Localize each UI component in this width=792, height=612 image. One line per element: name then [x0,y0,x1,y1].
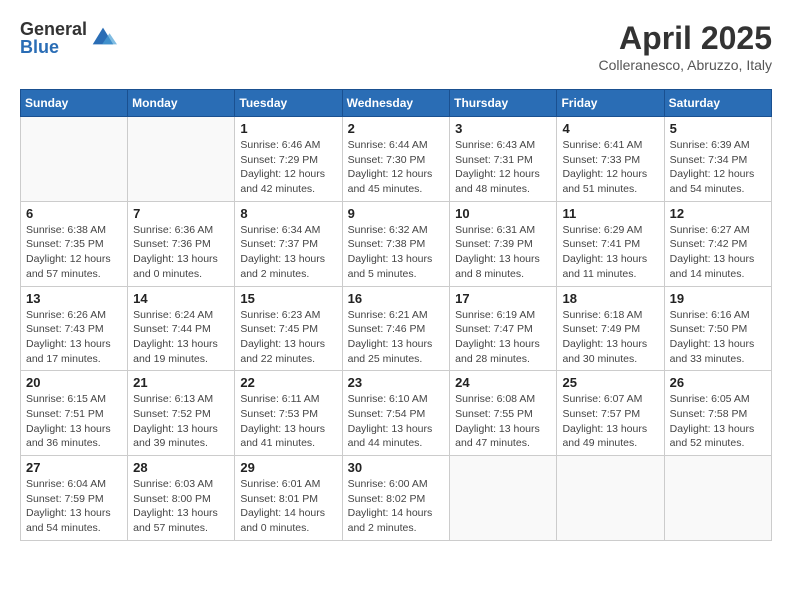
day-12: 12 Sunrise: 6:27 AMSunset: 7:42 PMDaylig… [664,201,771,286]
day-28: 28 Sunrise: 6:03 AMSunset: 8:00 PMDaylig… [128,456,235,541]
day-7: 7 Sunrise: 6:36 AMSunset: 7:36 PMDayligh… [128,201,235,286]
day-8: 8 Sunrise: 6:34 AMSunset: 7:37 PMDayligh… [235,201,342,286]
day-21: 21 Sunrise: 6:13 AMSunset: 7:52 PMDaylig… [128,371,235,456]
location: Colleranesco, Abruzzo, Italy [598,57,772,73]
day-27: 27 Sunrise: 6:04 AMSunset: 7:59 PMDaylig… [21,456,128,541]
header-thursday: Thursday [450,90,557,117]
header-monday: Monday [128,90,235,117]
header-friday: Friday [557,90,664,117]
day-6: 6 Sunrise: 6:38 AMSunset: 7:35 PMDayligh… [21,201,128,286]
day-29: 29 Sunrise: 6:01 AMSunset: 8:01 PMDaylig… [235,456,342,541]
day-13: 13 Sunrise: 6:26 AMSunset: 7:43 PMDaylig… [21,286,128,371]
day-22: 22 Sunrise: 6:11 AMSunset: 7:53 PMDaylig… [235,371,342,456]
week-row-2: 6 Sunrise: 6:38 AMSunset: 7:35 PMDayligh… [21,201,772,286]
header-tuesday: Tuesday [235,90,342,117]
calendar-table: Sunday Monday Tuesday Wednesday Thursday… [20,89,772,541]
logo: General Blue [20,20,117,56]
day-4: 4 Sunrise: 6:41 AMSunset: 7:33 PMDayligh… [557,117,664,202]
day-18: 18 Sunrise: 6:18 AMSunset: 7:49 PMDaylig… [557,286,664,371]
day-10: 10 Sunrise: 6:31 AMSunset: 7:39 PMDaylig… [450,201,557,286]
week-row-3: 13 Sunrise: 6:26 AMSunset: 7:43 PMDaylig… [21,286,772,371]
day-23: 23 Sunrise: 6:10 AMSunset: 7:54 PMDaylig… [342,371,450,456]
day-26: 26 Sunrise: 6:05 AMSunset: 7:58 PMDaylig… [664,371,771,456]
day-11: 11 Sunrise: 6:29 AMSunset: 7:41 PMDaylig… [557,201,664,286]
day-1: 1 Sunrise: 6:46 AMSunset: 7:29 PMDayligh… [235,117,342,202]
title-block: April 2025 Colleranesco, Abruzzo, Italy [598,20,772,73]
empty-cell [128,117,235,202]
empty-cell [450,456,557,541]
logo-icon [89,22,117,50]
logo-blue: Blue [20,38,87,56]
day-25: 25 Sunrise: 6:07 AMSunset: 7:57 PMDaylig… [557,371,664,456]
month-title: April 2025 [598,20,772,57]
day-5: 5 Sunrise: 6:39 AMSunset: 7:34 PMDayligh… [664,117,771,202]
weekday-header-row: Sunday Monday Tuesday Wednesday Thursday… [21,90,772,117]
day-24: 24 Sunrise: 6:08 AMSunset: 7:55 PMDaylig… [450,371,557,456]
day-9: 9 Sunrise: 6:32 AMSunset: 7:38 PMDayligh… [342,201,450,286]
week-row-4: 20 Sunrise: 6:15 AMSunset: 7:51 PMDaylig… [21,371,772,456]
week-row-1: 1 Sunrise: 6:46 AMSunset: 7:29 PMDayligh… [21,117,772,202]
day-20: 20 Sunrise: 6:15 AMSunset: 7:51 PMDaylig… [21,371,128,456]
day-30: 30 Sunrise: 6:00 AMSunset: 8:02 PMDaylig… [342,456,450,541]
day-19: 19 Sunrise: 6:16 AMSunset: 7:50 PMDaylig… [664,286,771,371]
empty-cell [21,117,128,202]
day-3: 3 Sunrise: 6:43 AMSunset: 7:31 PMDayligh… [450,117,557,202]
header-wednesday: Wednesday [342,90,450,117]
empty-cell [557,456,664,541]
day-15: 15 Sunrise: 6:23 AMSunset: 7:45 PMDaylig… [235,286,342,371]
week-row-5: 27 Sunrise: 6:04 AMSunset: 7:59 PMDaylig… [21,456,772,541]
empty-cell [664,456,771,541]
logo-general: General [20,20,87,38]
day-2: 2 Sunrise: 6:44 AMSunset: 7:30 PMDayligh… [342,117,450,202]
day-14: 14 Sunrise: 6:24 AMSunset: 7:44 PMDaylig… [128,286,235,371]
header-sunday: Sunday [21,90,128,117]
day-17: 17 Sunrise: 6:19 AMSunset: 7:47 PMDaylig… [450,286,557,371]
page-header: General Blue April 2025 Colleranesco, Ab… [20,20,772,73]
day-16: 16 Sunrise: 6:21 AMSunset: 7:46 PMDaylig… [342,286,450,371]
header-saturday: Saturday [664,90,771,117]
